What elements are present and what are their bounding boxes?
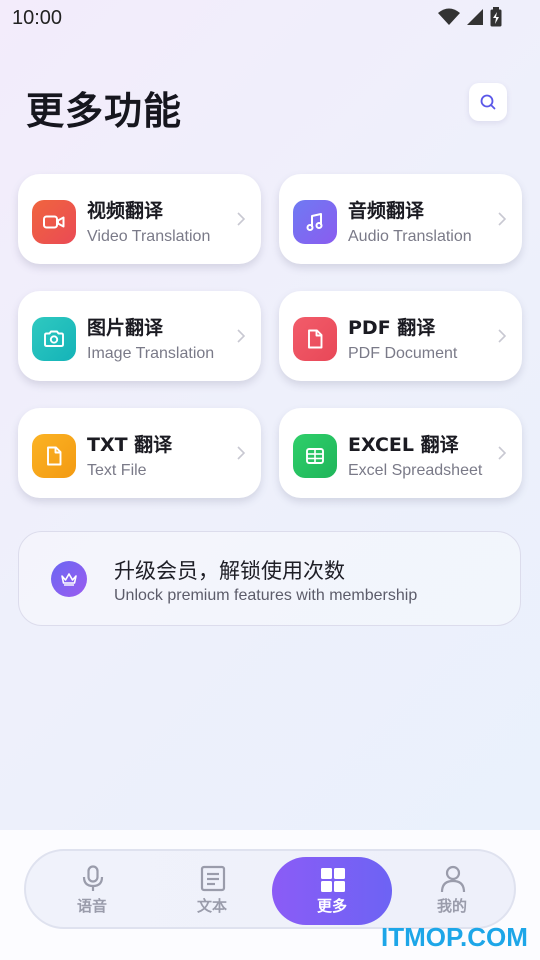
excel-translation-card[interactable]: EXCEL 翻译 Excel Spreadsheet (279, 408, 522, 498)
bottom-nav: 语音 文本 更多 我的 (24, 849, 516, 929)
image-icon-box (32, 317, 76, 361)
wifi-icon (438, 8, 460, 25)
person-icon (440, 865, 466, 893)
video-translation-card[interactable]: 视频翻译 Video Translation (18, 174, 261, 264)
watermark: ITMOP.COM (381, 922, 528, 952)
document-icon (308, 329, 323, 349)
card-title: 视频翻译 (87, 200, 164, 222)
chevron-right-icon (498, 446, 506, 460)
excel-icon-box (293, 434, 337, 478)
txt-translation-card[interactable]: TXT 翻译 Text File (18, 408, 261, 498)
chevron-right-icon (237, 329, 245, 343)
audio-icon-box (293, 200, 337, 244)
grid-icon (321, 868, 345, 892)
microphone-icon (82, 865, 104, 891)
card-subtitle: Excel Spreadsheet (348, 462, 483, 479)
pdf-icon-box (293, 317, 337, 361)
video-camera-icon (43, 215, 65, 229)
card-title: 音频翻译 (348, 200, 425, 222)
nav-label: 语音 (76, 897, 107, 915)
image-translation-card[interactable]: 图片翻译 Image Translation (18, 291, 261, 381)
battery-icon (490, 7, 502, 27)
chevron-right-icon (237, 446, 245, 460)
file-icon (47, 446, 62, 466)
chevron-right-icon (498, 212, 506, 226)
nav-label: 我的 (436, 897, 467, 915)
nav-item-text[interactable]: 文本 (152, 851, 272, 927)
card-subtitle: PDF Document (348, 345, 458, 362)
nav-item-more[interactable]: 更多 (272, 857, 392, 925)
signal-icon (467, 9, 483, 25)
search-button[interactable] (469, 83, 507, 121)
music-note-icon (306, 213, 323, 231)
membership-subtitle: Unlock premium features with membership (114, 587, 418, 604)
table-icon (306, 448, 324, 464)
video-icon-box (32, 200, 76, 244)
card-subtitle: Audio Translation (348, 228, 472, 245)
camera-icon (44, 330, 64, 347)
nav-label: 更多 (316, 897, 347, 915)
crown-badge (51, 561, 87, 597)
card-subtitle: Image Translation (87, 345, 215, 362)
crown-icon (61, 573, 77, 586)
status-icons (438, 7, 502, 27)
card-subtitle: Video Translation (87, 228, 211, 245)
page-title: 更多功能 (26, 89, 183, 133)
card-title: PDF 翻译 (348, 317, 436, 339)
nav-label: 文本 (196, 897, 227, 915)
text-document-icon (200, 865, 226, 892)
audio-translation-card[interactable]: 音频翻译 Audio Translation (279, 174, 522, 264)
card-title: 图片翻译 (87, 317, 164, 339)
chevron-right-icon (498, 329, 506, 343)
pdf-translation-card[interactable]: PDF 翻译 PDF Document (279, 291, 522, 381)
card-subtitle: Text File (87, 462, 147, 479)
card-title: TXT 翻译 (87, 434, 173, 456)
search-icon (480, 94, 496, 110)
status-time: 10:00 (12, 7, 63, 29)
membership-title: 升级会员，解锁使用次数 (114, 559, 345, 583)
nav-item-voice[interactable]: 语音 (32, 851, 152, 927)
card-title: EXCEL 翻译 (348, 434, 459, 456)
status-bar: 10:00 (0, 0, 540, 36)
nav-item-me[interactable]: 我的 (392, 851, 512, 927)
chevron-right-icon (237, 212, 245, 226)
membership-banner[interactable]: 升级会员，解锁使用次数 Unlock premium features with… (18, 531, 521, 626)
txt-icon-box (32, 434, 76, 478)
